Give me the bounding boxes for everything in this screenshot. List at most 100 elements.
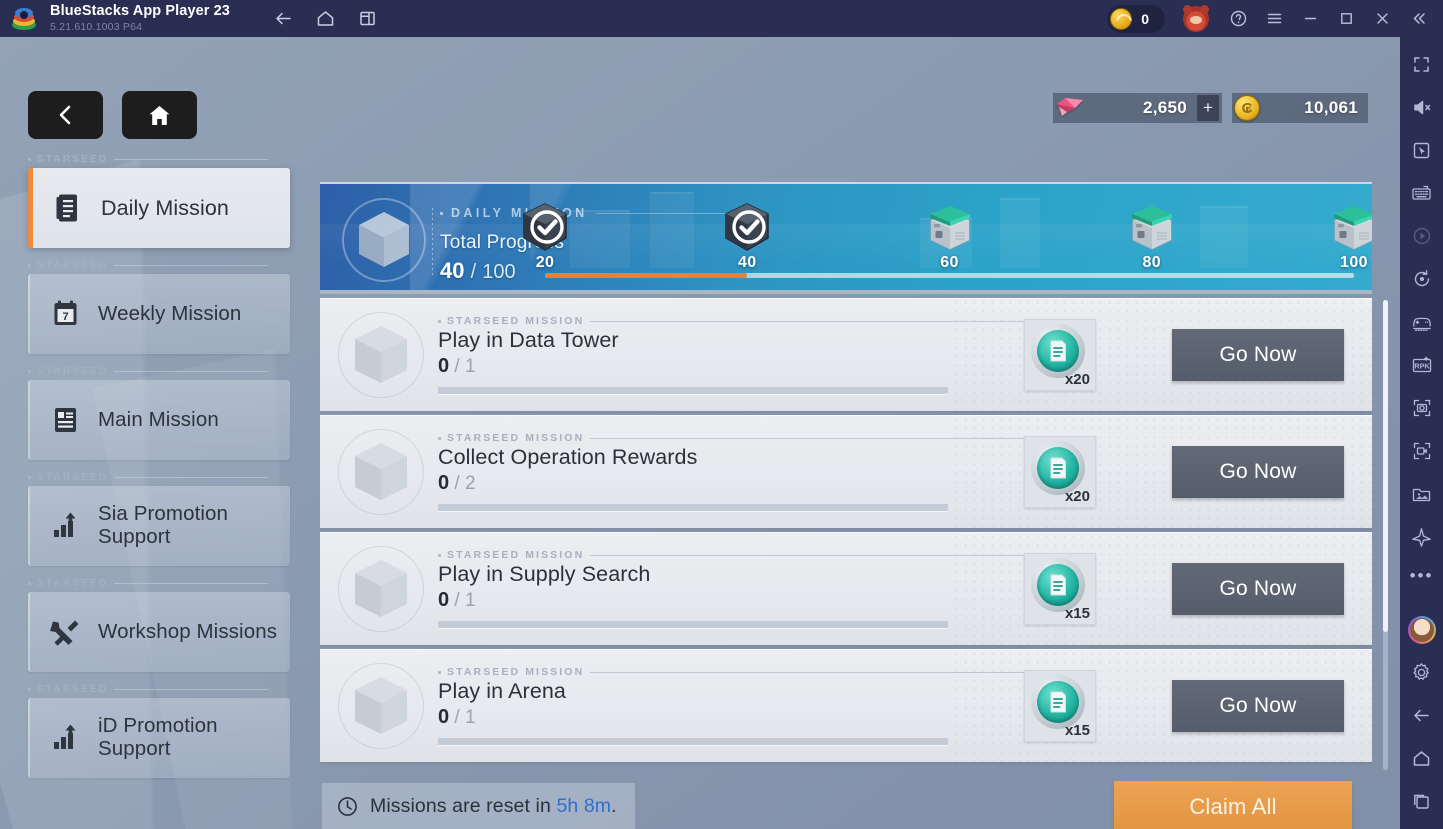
milestone-node[interactable]: 40 <box>718 200 776 272</box>
table-row[interactable]: STARSEED MISSION Collect Operation Rewar… <box>320 415 1372 528</box>
menu-icon[interactable] <box>1257 4 1291 34</box>
game-back-button[interactable] <box>28 91 103 139</box>
go-now-button[interactable]: Go Now <box>1172 445 1344 498</box>
eco-mode-icon[interactable] <box>1407 522 1437 552</box>
milestone-node[interactable]: 60 <box>921 200 979 272</box>
scrollbar-thumb[interactable] <box>1383 300 1388 632</box>
table-row[interactable]: STARSEED MISSION Play in Supply Search 0… <box>320 532 1372 645</box>
more-icon[interactable]: ••• <box>1410 565 1434 587</box>
reward-quantity: x20 <box>1064 370 1090 388</box>
sidebar-item-sia-promotion-support[interactable]: Sia Promotion Support <box>28 486 290 566</box>
screenshot-icon[interactable] <box>1407 393 1437 423</box>
reward-crate-icon <box>1325 200 1372 256</box>
mission-details: STARSEED MISSION Collect Operation Rewar… <box>438 432 1038 511</box>
play-icon[interactable] <box>1407 221 1437 251</box>
claimed-crate-icon <box>516 200 574 256</box>
profile-avatar[interactable] <box>1407 616 1436 644</box>
milestone-node[interactable]: 100 <box>1325 200 1372 272</box>
mission-tag-text: STARSEED MISSION <box>447 549 585 561</box>
token-icon <box>1031 323 1085 378</box>
gold-counter[interactable]: 10,061 <box>1232 93 1368 123</box>
table-row[interactable]: STARSEED MISSION Play in Data Tower 0 / … <box>320 298 1372 411</box>
milestone-value: 80 <box>1142 254 1162 271</box>
claim-all-button[interactable]: Claim All <box>1114 781 1352 829</box>
main-list-icon <box>50 404 80 436</box>
maximize-icon[interactable] <box>1329 4 1363 34</box>
collapse-icon[interactable] <box>1401 4 1435 34</box>
mission-reward[interactable]: x20 <box>1024 318 1096 391</box>
app-version: 5.21.610.1003 P64 <box>50 20 143 33</box>
mission-progress-bar <box>438 738 948 745</box>
mission-progress-bar <box>438 621 948 628</box>
mission-panel: DAILY MISSION Total Progress 40 / 100 20… <box>320 182 1388 777</box>
go-now-button[interactable]: Go Now <box>1172 679 1344 732</box>
mute-icon[interactable] <box>1407 92 1437 122</box>
sidebar-group-daily: STARSEED Daily Mission <box>0 152 290 248</box>
clock-icon <box>336 795 359 818</box>
sidebar-group-label: STARSEED <box>28 258 290 272</box>
fullscreen-icon[interactable] <box>1407 49 1437 79</box>
go-now-button[interactable]: Go Now <box>1172 328 1344 381</box>
milestone-node[interactable]: 80 <box>1123 200 1181 272</box>
back-icon[interactable] <box>272 7 296 31</box>
group-label-text: STARSEED <box>37 577 109 589</box>
mascot-avatar-icon[interactable] <box>1183 4 1209 32</box>
points-pill[interactable]: 0 <box>1107 4 1165 33</box>
go-now-label: Go Now <box>1219 459 1297 483</box>
sidebar-item-daily-mission[interactable]: Daily Mission <box>28 168 290 248</box>
mission-list-scrollbar[interactable] <box>1383 300 1388 770</box>
bar-chart-up-icon <box>50 510 80 542</box>
mission-cube-icon <box>338 311 424 398</box>
claimed-crate-icon <box>718 200 776 256</box>
game-home-button[interactable] <box>122 91 197 139</box>
mission-reward[interactable]: x15 <box>1024 669 1096 742</box>
sidebar-group-workshop: STARSEED Workshop Missions <box>0 576 290 672</box>
table-row[interactable]: STARSEED MISSION Play in Arena 0 / 1 x15… <box>320 649 1372 762</box>
minimize-icon[interactable] <box>1293 4 1327 34</box>
close-icon[interactable] <box>1365 4 1399 34</box>
mission-reward[interactable]: x15 <box>1024 552 1096 625</box>
mission-cube-icon <box>338 545 424 632</box>
cursor-icon[interactable] <box>1407 135 1437 165</box>
mission-reward[interactable]: x20 <box>1024 435 1096 508</box>
settings-icon[interactable] <box>1407 657 1437 687</box>
sidebar-item-id-promotion-support[interactable]: iD Promotion Support <box>28 698 290 778</box>
milestone-value: 40 <box>737 254 757 271</box>
keyboard-icon[interactable] <box>1407 178 1437 208</box>
calendar-7-icon: 7 <box>50 298 80 330</box>
android-recents-icon[interactable] <box>1407 786 1437 816</box>
android-home-icon[interactable] <box>1407 743 1437 773</box>
gold-value: 10,061 <box>1304 98 1358 117</box>
media-manager-icon[interactable] <box>1407 479 1437 509</box>
sidebar-item-workshop-missions[interactable]: Workshop Missions <box>28 592 290 672</box>
rotate-icon[interactable] <box>1407 264 1437 294</box>
gold-coin-icon <box>1234 95 1260 121</box>
mission-title: Play in Arena <box>438 679 566 703</box>
record-icon[interactable] <box>1407 436 1437 466</box>
mission-tag: STARSEED MISSION <box>438 666 1038 678</box>
mission-title: Play in Data Tower <box>438 328 619 352</box>
sidebar-group-id: STARSEED iD Promotion Support <box>0 682 290 778</box>
go-now-button[interactable]: Go Now <box>1172 562 1344 615</box>
multi-instance-icon[interactable] <box>356 7 380 31</box>
sidebar-item-main-mission[interactable]: Main Mission <box>28 380 290 460</box>
rpk-icon[interactable]: RPK <box>1407 350 1437 380</box>
group-label-text: STARSEED <box>37 259 109 271</box>
home-icon[interactable] <box>314 7 338 31</box>
gamepad-icon[interactable] <box>1407 307 1437 337</box>
banner-milestones: 20 40 60 80 100 <box>523 184 1372 290</box>
milestone-node[interactable]: 20 <box>516 200 574 272</box>
sidebar-group-label: STARSEED <box>28 364 290 378</box>
sidebar-item-weekly-mission[interactable]: 7 Weekly Mission <box>28 274 290 354</box>
mission-category-sidebar: STARSEED Daily Mission STARSEED 7 Weekly… <box>0 152 290 788</box>
sidebar-item-label: Weekly Mission <box>98 301 242 325</box>
gem-counter[interactable]: 2,650 + <box>1053 93 1222 123</box>
android-back-icon[interactable] <box>1407 700 1437 730</box>
currency-bar: 2,650 + 10,061 <box>1053 93 1368 123</box>
points-value: 0 <box>1141 10 1149 27</box>
cube-icon <box>355 209 413 271</box>
total-progress-banner: DAILY MISSION Total Progress 40 / 100 20… <box>320 182 1372 294</box>
help-icon[interactable] <box>1221 4 1255 34</box>
gem-add-button[interactable]: + <box>1197 95 1219 121</box>
mission-details: STARSEED MISSION Play in Arena 0 / 1 <box>438 666 1038 745</box>
